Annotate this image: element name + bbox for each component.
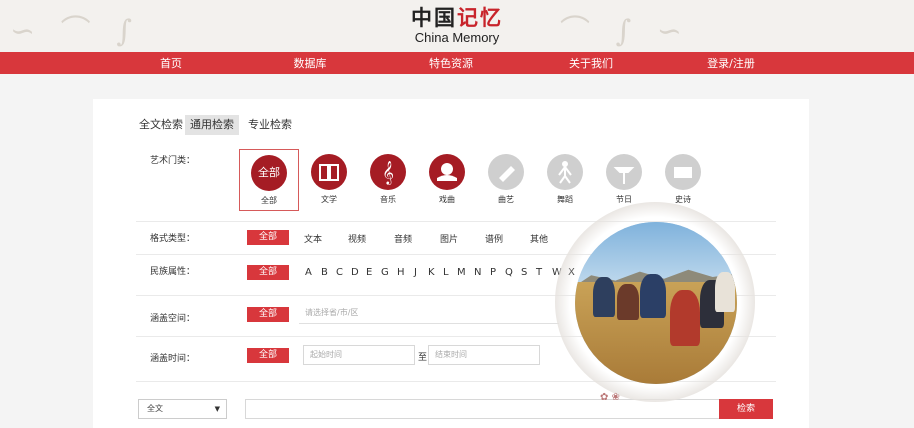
category-music[interactable]: 𝄞 音乐	[363, 154, 413, 205]
letter-e[interactable]: E	[366, 267, 372, 278]
format-option[interactable]: 音频	[394, 232, 412, 245]
category-folk-art[interactable]: 曲艺	[481, 154, 531, 205]
category-epic[interactable]: 史诗	[658, 154, 708, 205]
all-icon: 全部	[251, 155, 287, 191]
time-all-button[interactable]: 全部	[247, 348, 289, 363]
letter-m[interactable]: M	[457, 267, 466, 278]
folk-art-icon	[488, 154, 524, 190]
search-scope-value: 全文	[147, 404, 163, 413]
category-all-label: 全部	[261, 196, 277, 205]
grassland-photo	[575, 222, 737, 384]
letter-g[interactable]: G	[381, 267, 389, 278]
logo[interactable]: 中国记忆	[0, 2, 914, 32]
letter-c[interactable]: C	[336, 267, 343, 278]
format-type-label: 格式类型：	[150, 234, 196, 244]
logo-cn-black: 中国	[411, 5, 457, 30]
format-option[interactable]: 图片	[440, 232, 458, 245]
category-literature[interactable]: 文学	[304, 154, 354, 205]
letter-p[interactable]: P	[490, 267, 496, 278]
format-option[interactable]: 文本	[304, 232, 322, 245]
site-header: ∽ ⌒ ∫ ⌒ ∫ ∽ 中国记忆 China Memory	[0, 0, 914, 52]
coverage-space-label: 涵盖空间：	[150, 314, 196, 324]
format-option[interactable]: 视频	[348, 232, 366, 245]
category-dance[interactable]: 舞蹈	[540, 154, 590, 205]
chevron-down-icon: ▼	[214, 405, 220, 413]
art-category-label: 艺术门类：	[150, 156, 196, 166]
format-option[interactable]: 谱例	[485, 232, 503, 245]
end-time-input[interactable]: 结束时间	[428, 345, 540, 365]
tab-general[interactable]: 通用检索	[185, 115, 239, 135]
category-dance-label: 舞蹈	[557, 195, 573, 204]
nav-database[interactable]: 数据库	[250, 55, 370, 71]
format-option[interactable]: 其他	[530, 232, 548, 245]
nav-login[interactable]: 登录/注册	[671, 55, 791, 71]
letter-b[interactable]: B	[321, 267, 328, 278]
main-nav: 首页 数据库 特色资源 关于我们 登录/注册	[0, 52, 914, 74]
nav-home[interactable]: 首页	[111, 55, 231, 71]
letter-n[interactable]: N	[474, 267, 481, 278]
tab-fulltext[interactable]: 全文检索	[134, 115, 188, 135]
start-time-input[interactable]: 起始时间	[303, 345, 415, 365]
scroll-icon	[665, 154, 701, 190]
treble-clef-icon: 𝄞	[370, 154, 406, 190]
category-opera[interactable]: 戏曲	[422, 154, 472, 205]
search-button[interactable]: 检索	[719, 399, 773, 419]
ethnicity-all-button[interactable]: 全部	[247, 265, 289, 280]
category-opera-label: 戏曲	[439, 195, 455, 204]
letter-q[interactable]: Q	[505, 267, 513, 278]
category-literature-label: 文学	[321, 195, 337, 204]
space-all-button[interactable]: 全部	[247, 307, 289, 322]
logo-cn-red: 记忆	[457, 5, 503, 30]
category-music-label: 音乐	[380, 195, 396, 204]
letter-a[interactable]: A	[305, 267, 312, 278]
category-folk-art-label: 曲艺	[498, 195, 514, 204]
logo-en: China Memory	[414, 30, 500, 45]
coverage-time-label: 涵盖时间：	[150, 354, 196, 364]
opera-mask-icon	[429, 154, 465, 190]
lantern-icon	[606, 154, 642, 190]
letter-t[interactable]: T	[536, 267, 542, 278]
tab-professional[interactable]: 专业检索	[243, 115, 297, 135]
format-all-button[interactable]: 全部	[247, 230, 289, 245]
search-scope-select[interactable]: 全文 ▼	[138, 399, 227, 419]
letter-l[interactable]: L	[443, 267, 449, 278]
letter-s[interactable]: S	[521, 267, 527, 278]
ethnicity-label: 民族属性：	[150, 267, 196, 277]
time-range-separator: 至	[418, 353, 428, 363]
nav-featured[interactable]: 特色资源	[391, 55, 511, 71]
nav-about[interactable]: 关于我们	[531, 55, 651, 71]
letter-d[interactable]: D	[351, 267, 359, 278]
book-icon	[311, 154, 347, 190]
decorative-ink: ✿ ❀	[600, 392, 620, 403]
region-input[interactable]: 请选择省/市/区	[299, 304, 559, 324]
category-festival[interactable]: 节日	[599, 154, 649, 205]
category-all[interactable]: 全部 全部	[239, 149, 299, 211]
dance-icon	[547, 154, 583, 190]
letter-k[interactable]: K	[428, 267, 435, 278]
letter-j[interactable]: J	[414, 267, 417, 278]
letter-h[interactable]: H	[397, 267, 405, 278]
keyword-input[interactable]	[245, 399, 721, 419]
